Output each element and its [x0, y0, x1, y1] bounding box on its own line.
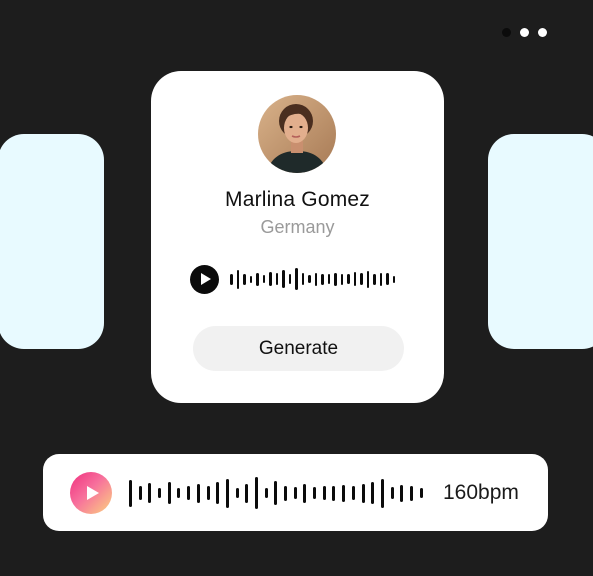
waveform-bar — [206, 486, 210, 500]
menu-dot — [520, 28, 529, 37]
profile-card: Marlina Gomez Germany Generate — [151, 71, 444, 403]
waveform-bar — [295, 268, 298, 290]
side-card-left[interactable] — [0, 134, 104, 349]
play-icon[interactable] — [70, 472, 112, 514]
waveform-bar — [322, 486, 326, 500]
avatar — [258, 95, 336, 173]
waveform-bar — [361, 483, 365, 503]
waveform-bar — [245, 483, 249, 503]
waveform-bar — [256, 272, 259, 286]
waveform-bar — [334, 272, 337, 286]
waveform-bar — [225, 478, 229, 508]
side-card-right[interactable] — [488, 134, 593, 349]
more-dots-icon[interactable] — [502, 28, 547, 37]
waveform-bar — [187, 486, 191, 500]
waveform-bar — [148, 483, 152, 503]
waveform-bar — [308, 275, 311, 283]
waveform-bar — [262, 275, 265, 283]
waveform-bar — [216, 482, 220, 504]
waveform-bar — [314, 272, 317, 286]
player-waveform[interactable] — [129, 473, 423, 513]
waveform-bar — [419, 488, 423, 498]
waveform-bar — [366, 270, 369, 288]
waveform-bar — [351, 486, 355, 500]
waveform-bar — [313, 487, 317, 499]
waveform-bar — [332, 485, 336, 501]
waveform-bar — [177, 488, 181, 498]
menu-dot — [538, 28, 547, 37]
waveform-bar — [235, 488, 239, 498]
waveform-bar — [327, 274, 330, 284]
waveform-bar — [379, 272, 382, 286]
waveform-bar — [275, 273, 278, 285]
waveform-bar — [373, 273, 376, 285]
waveform-bar — [249, 275, 252, 283]
avatar-image — [258, 95, 336, 173]
waveform-bar — [129, 479, 132, 507]
waveform-bar — [353, 272, 356, 286]
waveform-bar — [360, 273, 363, 285]
waveform-bar — [386, 273, 389, 285]
waveform-bar — [158, 488, 162, 498]
menu-dot — [502, 28, 511, 37]
generate-button[interactable]: Generate — [193, 326, 404, 371]
voice-waveform — [230, 264, 395, 294]
profile-country: Germany — [260, 217, 335, 237]
play-icon[interactable] — [190, 265, 219, 294]
waveform-bar — [254, 477, 258, 509]
waveform-bar — [288, 274, 291, 284]
waveform-bar — [409, 485, 413, 501]
waveform-bar — [390, 487, 394, 499]
audio-player: 160bpm — [43, 454, 548, 531]
waveform-bar — [230, 273, 233, 285]
waveform-bar — [274, 481, 278, 505]
waveform-bar — [380, 478, 384, 508]
waveform-bar — [293, 487, 297, 499]
profile-name: Marlina Gomez — [225, 188, 370, 211]
waveform-bar — [264, 488, 268, 498]
bpm-label: 160bpm — [443, 481, 519, 504]
waveform-bar — [269, 272, 272, 286]
waveform-bar — [392, 275, 395, 283]
waveform-bar — [243, 273, 246, 285]
waveform-bar — [321, 273, 324, 285]
voice-sample — [190, 264, 410, 294]
waveform-bar — [282, 270, 285, 288]
waveform-bar — [400, 484, 404, 502]
waveform-bar — [340, 273, 343, 285]
waveform-bar — [371, 482, 375, 504]
waveform-bar — [138, 486, 142, 500]
waveform-bar — [167, 482, 171, 504]
waveform-bar — [342, 484, 346, 502]
waveform-bar — [347, 274, 350, 284]
waveform-bar — [301, 273, 304, 285]
waveform-bar — [303, 483, 307, 503]
waveform-bar — [236, 269, 239, 289]
waveform-bar — [284, 485, 287, 501]
waveform-bar — [196, 483, 200, 503]
